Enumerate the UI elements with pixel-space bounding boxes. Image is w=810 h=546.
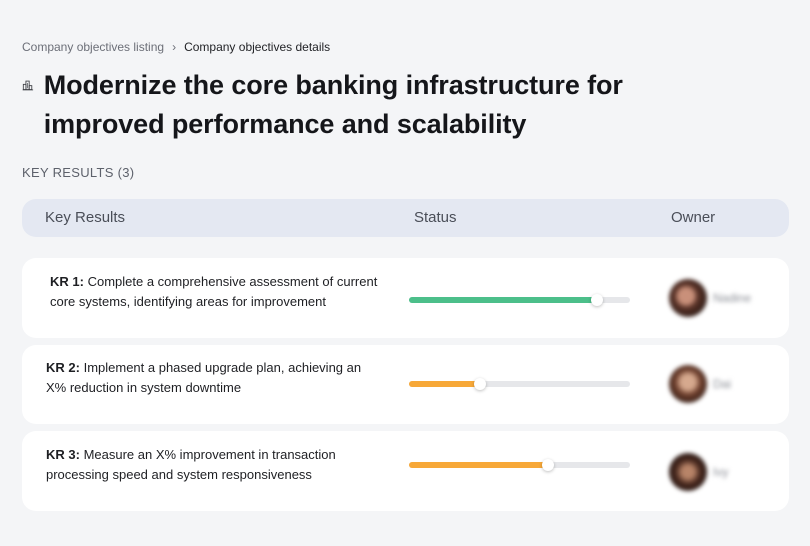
key-result-label: KR 2: bbox=[46, 360, 80, 375]
table-header: Key Results Status Owner bbox=[22, 199, 789, 237]
owner-cell[interactable]: Nadine bbox=[669, 279, 751, 317]
avatar bbox=[669, 365, 707, 403]
progress-handle bbox=[590, 294, 603, 306]
column-header-status: Status bbox=[414, 209, 457, 226]
progress-bar-fill bbox=[409, 297, 597, 303]
key-result-label: KR 3: bbox=[46, 447, 80, 462]
key-result-row[interactable]: KR 1: Complete a comprehensive assessmen… bbox=[22, 258, 789, 338]
chevron-right-icon: › bbox=[172, 40, 177, 54]
key-result-label: KR 1: bbox=[50, 274, 84, 289]
page-title: Modernize the core banking infrastructur… bbox=[43, 70, 623, 139]
building-icon bbox=[22, 80, 34, 91]
key-result-text: Complete a comprehensive assessment of c… bbox=[50, 274, 378, 309]
avatar bbox=[669, 279, 707, 317]
breadcrumb-current: Company objectives details bbox=[184, 40, 331, 54]
breadcrumb: Company objectives listing › Company obj… bbox=[22, 40, 330, 54]
progress-bar-fill bbox=[409, 381, 480, 387]
key-result-description: KR 2: Implement a phased upgrade plan, a… bbox=[46, 358, 376, 398]
key-result-row[interactable]: KR 2: Implement a phased upgrade plan, a… bbox=[22, 345, 789, 424]
progress-handle bbox=[542, 459, 555, 471]
key-result-text: Implement a phased upgrade plan, achievi… bbox=[46, 360, 362, 395]
breadcrumb-link-objectives-listing[interactable]: Company objectives listing bbox=[22, 40, 164, 54]
progress-bar-fill bbox=[409, 462, 549, 468]
owner-name: Dai bbox=[713, 377, 732, 391]
owner-cell[interactable]: Ivy bbox=[669, 453, 728, 491]
owner-cell[interactable]: Dai bbox=[669, 365, 731, 403]
progress-handle bbox=[473, 378, 486, 390]
progress-bar bbox=[409, 294, 630, 306]
page-header: Modernize the core banking infrastructur… bbox=[22, 66, 742, 144]
progress-bar bbox=[409, 378, 630, 390]
column-header-owner: Owner bbox=[671, 209, 716, 226]
owner-name: Nadine bbox=[713, 291, 752, 305]
key-result-text: Measure an X% improvement in transaction… bbox=[46, 447, 336, 482]
key-result-description: KR 3: Measure an X% improvement in trans… bbox=[46, 445, 376, 485]
avatar bbox=[669, 453, 707, 491]
progress-bar bbox=[409, 459, 630, 471]
column-header-key-results: Key Results bbox=[45, 209, 126, 226]
key-result-description: KR 1: Complete a comprehensive assessmen… bbox=[50, 272, 380, 312]
owner-name: Ivy bbox=[713, 465, 729, 479]
key-result-row[interactable]: KR 3: Measure an X% improvement in trans… bbox=[22, 431, 789, 511]
key-results-count-label: KEY RESULTS (3) bbox=[22, 165, 135, 180]
